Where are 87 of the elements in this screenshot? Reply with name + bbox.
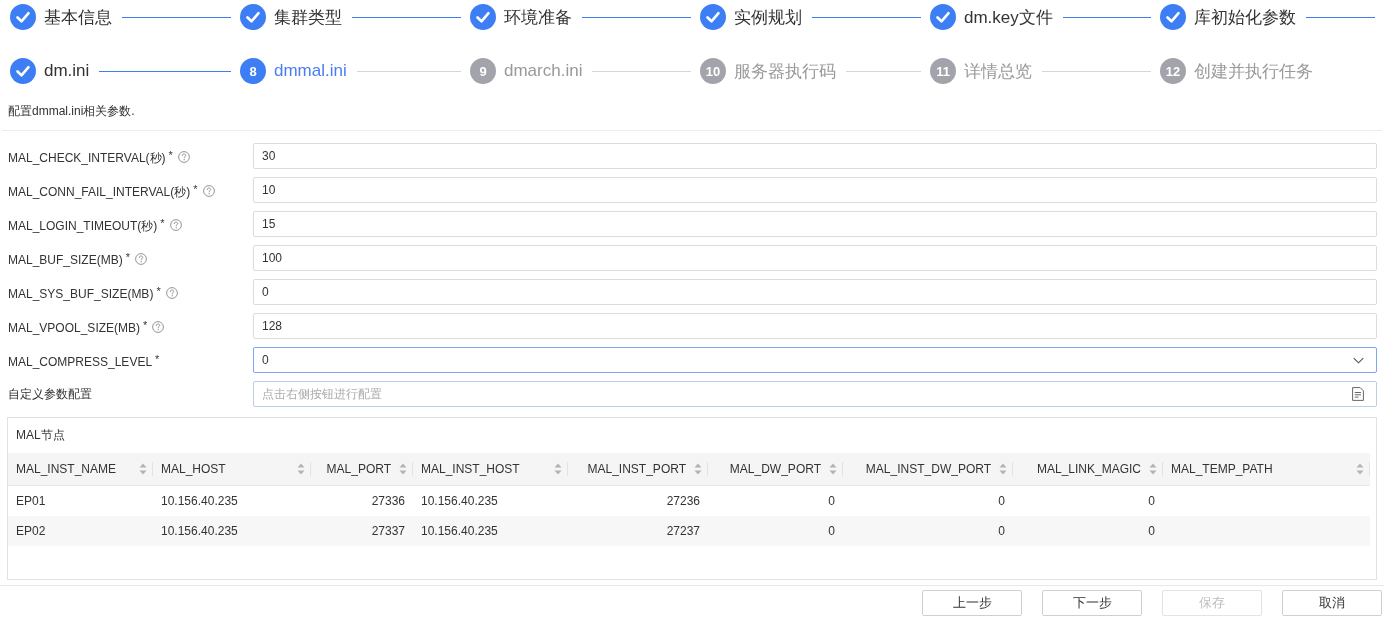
field-label: MAL_VPOOL_SIZE(MB) [8, 320, 141, 335]
table-cell-text: 10.156.40.235 [160, 493, 239, 510]
field-label: MAL_BUF_SIZE(MB) [8, 252, 123, 267]
required-mark: * [125, 250, 130, 263]
help-icon[interactable] [152, 320, 165, 333]
step-label: 服务器执行码 [734, 60, 836, 83]
input-field[interactable]: 30 [253, 143, 1377, 169]
sort-icon[interactable] [297, 463, 305, 475]
input-field[interactable]: 15 [253, 211, 1377, 237]
table-cell-text: 10.156.40.235 [420, 523, 499, 540]
required-mark: * [155, 352, 160, 365]
table-cell-text: 27336 [370, 493, 406, 510]
input-field[interactable]: 100 [253, 245, 1377, 271]
sort-icon[interactable] [829, 463, 837, 475]
step-label: dm.key文件 [964, 6, 1053, 29]
sort-icon[interactable] [999, 463, 1007, 475]
column-header[interactable]: MAL_PORT [311, 453, 413, 485]
sort-icon[interactable] [554, 463, 562, 475]
input-field[interactable]: 0 [253, 279, 1377, 305]
table-cell-text: 0 [1147, 523, 1156, 540]
required-mark: * [160, 216, 165, 229]
column-header[interactable]: MAL_TEMP_PATH [1163, 453, 1370, 485]
chevron-down-icon [1353, 356, 1364, 364]
field-label: MAL_SYS_BUF_SIZE(MB) [8, 286, 154, 301]
column-header[interactable]: MAL_HOST [153, 453, 311, 485]
step-number: 11 [930, 58, 956, 84]
step-label: 集群类型 [274, 6, 342, 29]
select-field[interactable]: 0 [253, 347, 1377, 373]
footer-button[interactable]: 上一步 [922, 590, 1022, 616]
step-label: dmarch.ini [504, 61, 583, 81]
footer-button[interactable]: 取消 [1282, 590, 1382, 616]
required-mark: * [193, 182, 198, 195]
step-label: 环境准备 [504, 6, 572, 29]
document-icon[interactable] [1352, 387, 1364, 401]
table-cell-text: 10.156.40.235 [420, 493, 499, 510]
table-cell-text: 0 [997, 523, 1006, 540]
required-mark: * [168, 148, 173, 161]
field-label: MAL_CHECK_INTERVAL(秒) [8, 150, 166, 165]
required-mark: * [143, 318, 148, 331]
column-header[interactable]: MAL_INST_PORT [568, 453, 708, 485]
required-mark: * [156, 284, 161, 297]
table-cell-text: 27237 [665, 523, 701, 540]
table-cell-text: EP02 [15, 523, 47, 540]
column-header[interactable]: MAL_DW_PORT [708, 453, 843, 485]
help-icon[interactable] [177, 150, 190, 163]
field-label: 自定义参数配置 [8, 387, 92, 401]
step-number: 9 [470, 58, 496, 84]
input-field[interactable]: 10 [253, 177, 1377, 203]
sort-icon[interactable] [1356, 463, 1364, 475]
table-cell-text: 10.156.40.235 [160, 523, 239, 540]
sort-icon[interactable] [1149, 463, 1157, 475]
table-cell-text: EP01 [15, 493, 47, 510]
table-cell-text: 0 [1147, 493, 1156, 510]
column-header[interactable]: MAL_INST_DW_PORT [843, 453, 1013, 485]
table-cell-text: 0 [997, 493, 1006, 510]
panel-title: MAL节点 [15, 427, 66, 444]
step-label: 详情总览 [964, 60, 1032, 83]
help-icon[interactable] [134, 252, 147, 265]
sort-icon[interactable] [139, 463, 147, 475]
table-cell-text: 27337 [370, 523, 406, 540]
step-label: 库初始化参数 [1194, 6, 1296, 29]
table-cell-text: 27236 [665, 493, 701, 510]
field-label: MAL_CONN_FAIL_INTERVAL(秒) [8, 184, 191, 199]
step-label: dm.ini [44, 61, 90, 81]
step-label: 实例规划 [734, 6, 802, 29]
column-header[interactable]: MAL_INST_HOST [413, 453, 568, 485]
step-number: 8 [240, 58, 266, 84]
column-header[interactable]: MAL_INST_NAME [8, 453, 153, 485]
description-text: 配置dmmal.ini相关参数. [8, 104, 135, 118]
table-cell-text: 0 [827, 523, 836, 540]
field-label: MAL_LOGIN_TIMEOUT(秒) [8, 218, 158, 233]
step-number: 12 [1160, 58, 1186, 84]
step-connector [1306, 16, 1375, 18]
step-number: 10 [700, 58, 726, 84]
column-header[interactable]: MAL_LINK_MAGIC [1013, 453, 1163, 485]
step-label: dmmal.ini [274, 61, 347, 81]
sort-icon[interactable] [399, 463, 407, 475]
field-label: MAL_COMPRESS_LEVEL [8, 354, 153, 369]
sort-icon[interactable] [694, 463, 702, 475]
table-cell-text: 0 [827, 493, 836, 510]
step-label: 创建并执行任务 [1194, 60, 1313, 83]
help-icon[interactable] [202, 184, 215, 197]
input-field[interactable]: 128 [253, 313, 1377, 339]
help-icon[interactable] [165, 286, 178, 299]
help-icon[interactable] [169, 218, 182, 231]
footer-button[interactable]: 下一步 [1042, 590, 1142, 616]
step-label: 基本信息 [44, 6, 112, 29]
